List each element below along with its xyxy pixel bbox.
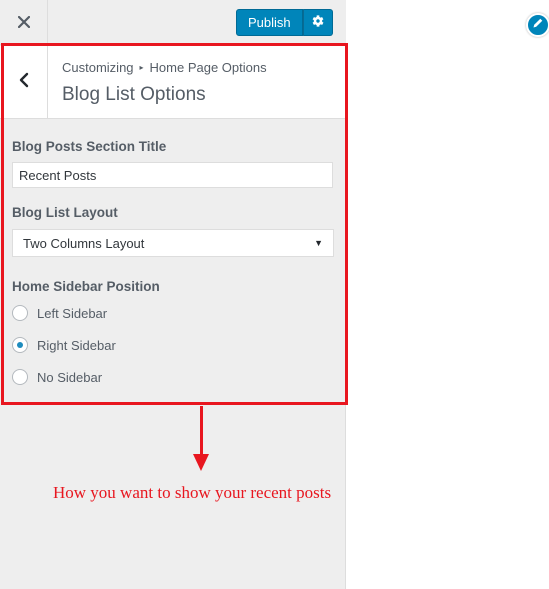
customizer-topbar: Publish (0, 0, 346, 45)
publish-settings-button[interactable] (302, 9, 333, 36)
dropdown-arrow-icon: ▼ (314, 238, 323, 248)
publish-button[interactable]: Publish (236, 9, 303, 36)
radio-label: Right Sidebar (37, 337, 116, 353)
radio-right-sidebar[interactable]: Right Sidebar (12, 337, 116, 353)
layout-field-label: Blog List Layout (12, 205, 118, 220)
radio-no-sidebar[interactable]: No Sidebar (12, 369, 102, 385)
radio-dot (17, 342, 23, 348)
breadcrumb-parent: Home Page Options (149, 60, 267, 75)
back-button[interactable] (0, 46, 48, 119)
sidebar-position-field-label: Home Sidebar Position (12, 279, 160, 294)
breadcrumb-root: Customizing (62, 60, 134, 75)
section-title-field-label: Blog Posts Section Title (12, 139, 167, 154)
radio-left-sidebar[interactable]: Left Sidebar (12, 305, 107, 321)
chevron-left-icon (19, 72, 29, 93)
radio-label: No Sidebar (37, 369, 103, 385)
edit-shortcut-button[interactable] (526, 13, 549, 37)
radio-button[interactable] (12, 305, 28, 321)
radio-label: Left Sidebar (37, 305, 108, 321)
layout-select-value: Two Columns Layout (23, 235, 145, 251)
pencil-icon (532, 16, 544, 34)
customizer-window: Publish Customizing ▸ Home Page Options … (0, 0, 549, 589)
publish-group: Publish (236, 9, 333, 36)
radio-button-checked[interactable] (12, 337, 28, 353)
layout-select[interactable]: Two Columns Layout ▼ (12, 229, 334, 257)
close-button[interactable] (0, 0, 48, 45)
radio-button[interactable] (12, 369, 28, 385)
section-title: Blog List Options (62, 84, 206, 105)
close-icon (17, 11, 30, 34)
section-header: Customizing ▸ Home Page Options Blog Lis… (0, 46, 345, 119)
breadcrumb-separator-icon: ▸ (139, 63, 144, 72)
breadcrumb: Customizing ▸ Home Page Options (62, 60, 267, 75)
annotation-arrow-line (200, 406, 203, 456)
annotation-arrow-head (193, 454, 209, 471)
annotation-text: How you want to show your recent posts (53, 483, 332, 502)
section-title-input[interactable] (12, 162, 333, 188)
gear-icon (311, 14, 325, 31)
